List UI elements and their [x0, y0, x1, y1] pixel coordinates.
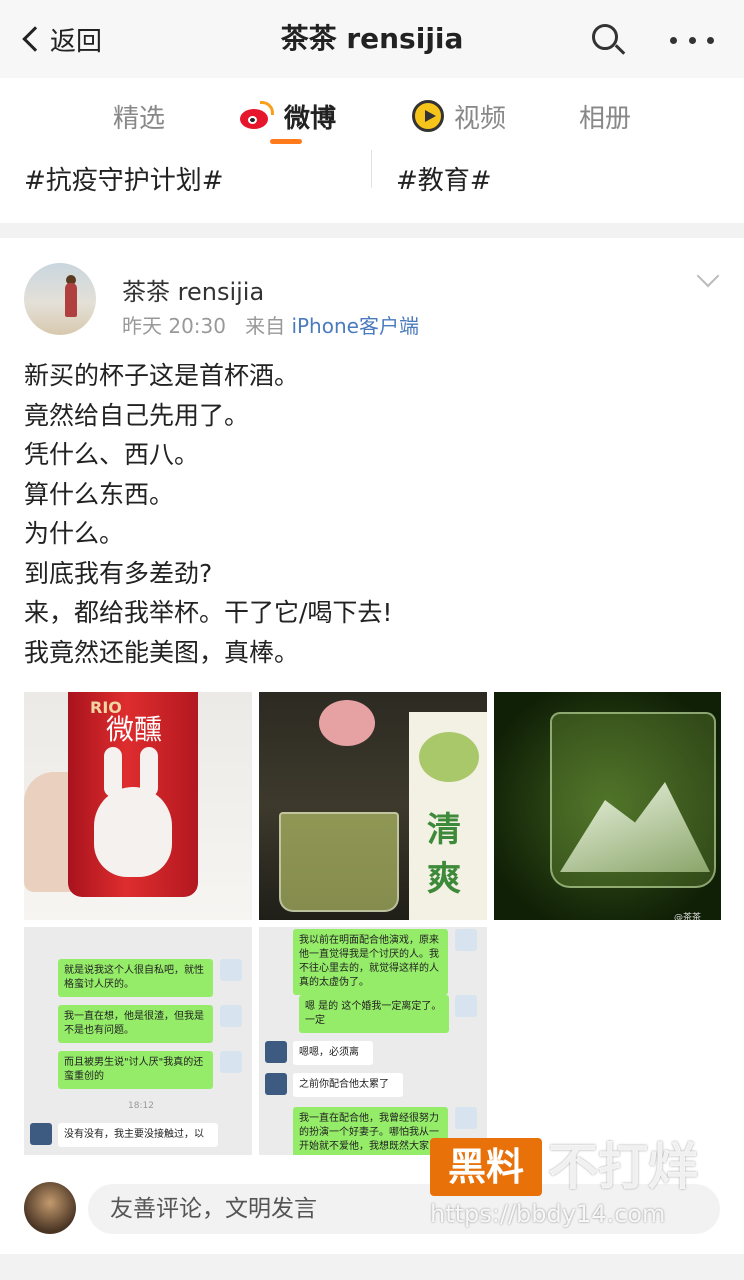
top-bar: 返回 茶茶 rensijia	[0, 0, 744, 78]
post-line: 凭什么、西八。	[24, 440, 200, 469]
glass-shape	[279, 812, 399, 912]
post-line: 算什么东西。	[24, 479, 175, 509]
post-line: 为什么。	[24, 519, 125, 548]
rabbit-shape	[94, 787, 172, 877]
post-image-chat-1[interactable]: 就是说我这个人很自私吧，就性格蛮讨人厌的。 我一直在想，他是很渣，但我是不是也有…	[24, 927, 252, 1155]
chat-bubble: 嗯 是的 这个婚我一定离定了。一定	[299, 995, 449, 1033]
chat-avatar	[220, 1005, 242, 1027]
post-line: 竟然给自己先用了。	[24, 400, 250, 430]
avatar[interactable]	[24, 1182, 76, 1234]
watermark-box: 黑料	[430, 1138, 542, 1196]
page-title: 茶茶 rensijia	[280, 22, 464, 55]
chat-avatar	[455, 1107, 477, 1129]
tab-featured[interactable]: 精选	[113, 96, 165, 136]
chat-avatar	[455, 929, 477, 951]
can-shape: RIO 微醺	[68, 692, 198, 897]
watermark-text: 不打烊	[548, 1138, 698, 1196]
video-icon	[412, 100, 444, 132]
chat-avatar	[30, 1123, 52, 1145]
chat-bubble: 就是说我这个人很自私吧，就性格蛮讨人厌的。	[58, 959, 213, 997]
tab-weibo[interactable]: 微博	[240, 96, 336, 136]
chat-avatar	[220, 1051, 242, 1073]
divider	[371, 150, 372, 188]
chat-time: 18:12	[128, 1101, 154, 1111]
tab-label: 相册	[579, 103, 632, 134]
chat-bubble: 嗯嗯，必须离	[293, 1041, 373, 1065]
search-icon[interactable]	[588, 20, 628, 60]
flower-shape	[319, 700, 375, 746]
topic-link[interactable]: #教育#	[396, 160, 492, 197]
tab-album[interactable]: 相册	[579, 96, 631, 136]
post-source[interactable]: iPhone客户端	[291, 314, 419, 338]
post-line: 我竟然还能美图，真棒。	[24, 637, 300, 667]
avatar[interactable]	[24, 263, 96, 335]
post-line: 新买的杯子这是首杯酒。	[24, 361, 300, 390]
weibo-icon	[240, 101, 274, 131]
post-username[interactable]: 茶茶 rensijia	[122, 272, 264, 307]
active-tab-indicator	[270, 139, 302, 144]
chat-bubble: 我以前在明面配合他演戏，原来他一直觉得我是个讨厌的人。我不往心里去的，就觉得这样…	[293, 929, 448, 995]
chevron-down-icon[interactable]	[696, 264, 720, 288]
chat-bubble: 我一直在想，他是很渣，但我是不是也有问题。	[58, 1005, 213, 1043]
site-watermark: 黑料 不打烊 https://bbdy14.com	[430, 1138, 730, 1234]
post-meta: 昨天 20:30 来自 iPhone客户端	[122, 310, 419, 339]
can-name: 微醺	[106, 713, 163, 746]
chat-avatar	[265, 1073, 287, 1095]
tab-label: 视频	[454, 103, 507, 134]
post-image-glass-box[interactable]: 清爽	[259, 692, 487, 920]
post-image-can[interactable]: RIO 微醺	[24, 692, 252, 920]
watermark-url: https://bbdy14.com	[430, 1200, 666, 1228]
post-time: 昨天 20:30	[122, 314, 226, 338]
chat-avatar	[455, 995, 477, 1017]
chat-avatar	[265, 1041, 287, 1063]
post-text: 新买的杯子这是首杯酒。 竟然给自己先用了。 凭什么、西八。 算什么东西。 为什么…	[24, 356, 724, 672]
chat-bubble: 我一直在配合他，我曾经很努力的扮演一个好妻子。哪怕我从一开始就不爱他，我想既然大…	[293, 1107, 448, 1155]
drink-box: 清爽	[409, 712, 487, 920]
more-icon[interactable]	[670, 24, 714, 56]
box-text: 清爽	[427, 810, 461, 899]
post-image-mountain-glass[interactable]: @茶茶rensijia	[494, 692, 721, 920]
tab-video[interactable]: 视频	[412, 96, 506, 136]
tab-label: 精选	[113, 103, 166, 134]
grape-shape	[419, 732, 479, 782]
topic-link[interactable]: #抗疫守护计划#	[24, 160, 224, 197]
profile-tabs: 精选 微博 视频 相册 #抗疫守护计划# #教育#	[0, 78, 744, 223]
chat-bubble: 之前你配合他太累了	[293, 1073, 403, 1097]
post-image-chat-2[interactable]: 我以前在明面配合他演戏，原来他一直觉得我是个讨厌的人。我不往心里去的，就觉得这样…	[259, 927, 487, 1155]
chat-bubble: 而且被男生说"讨人厌"我真的还蛮重创的	[58, 1051, 213, 1089]
post-card: 茶茶 rensijia 昨天 20:30 来自 iPhone客户端 新买的杯子这…	[0, 238, 744, 1254]
chat-avatar	[220, 959, 242, 981]
source-prefix: 来自	[245, 314, 286, 338]
tab-label: 微博	[284, 103, 337, 134]
chat-bubble: 没有没有，我主要没接触过，以	[58, 1123, 218, 1147]
post-line: 来，都给我举杯。干了它/喝下去!	[24, 598, 393, 627]
post-line: 到底我有多差劲?	[24, 558, 213, 588]
image-watermark: @茶茶rensijia	[674, 913, 702, 920]
